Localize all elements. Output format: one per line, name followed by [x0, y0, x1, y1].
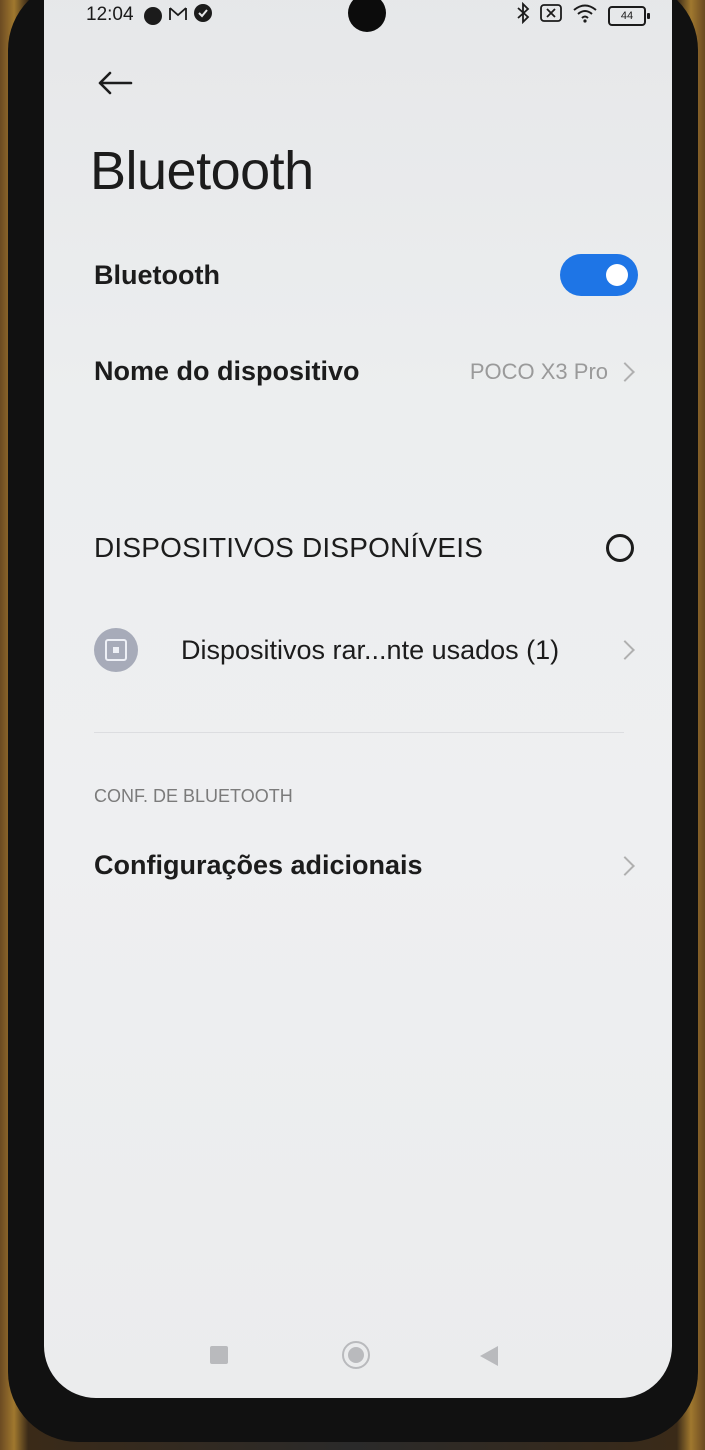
- front-camera: [348, 0, 386, 32]
- rarely-used-devices-label: Dispositivos rar...nte usados (1): [181, 634, 560, 665]
- bluetooth-settings-header: CONF. DE BLUETOOTH: [94, 786, 293, 806]
- bluetooth-toggle-row[interactable]: Bluetooth: [94, 254, 638, 296]
- chevron-right-icon: [615, 361, 635, 382]
- chevron-right-icon: [615, 640, 635, 660]
- toggle-knob: [606, 264, 628, 286]
- battery-icon: 44: [608, 5, 650, 26]
- status-time: 12:04: [86, 4, 134, 25]
- device-name-row[interactable]: Nome do dispositivo POCO X3 Pro: [94, 356, 638, 387]
- wifi-icon: [572, 3, 598, 28]
- device-name-value-wrap: POCO X3 Pro: [470, 359, 638, 385]
- status-left-icons: [144, 4, 212, 27]
- device-icon: [94, 628, 138, 672]
- back-arrow-icon: [98, 71, 133, 95]
- status-right-icons: 44: [516, 1, 650, 29]
- back-button[interactable]: [92, 60, 138, 106]
- recents-button[interactable]: [210, 1346, 228, 1364]
- divider: [94, 732, 624, 733]
- gmail-icon: [168, 6, 188, 25]
- available-devices-title: DISPOSITIVOS DISPONÍVEIS: [94, 532, 484, 563]
- bluetooth-label: Bluetooth: [94, 259, 220, 290]
- bluetooth-toggle[interactable]: [560, 254, 638, 296]
- additional-settings-row[interactable]: Configurações adicionais: [94, 850, 638, 881]
- nav-back-button[interactable]: [480, 1346, 498, 1366]
- notification-circle-icon: [144, 6, 162, 25]
- home-icon: [348, 1347, 364, 1363]
- device-name-label: Nome do dispositivo: [94, 356, 360, 386]
- no-sim-icon: [540, 4, 562, 27]
- check-circle-icon: [194, 4, 212, 27]
- page-title: Bluetooth: [90, 141, 314, 201]
- phone-frame: 12:04 44 Bluetooth Bluetooth Nome do dis…: [8, 0, 698, 1442]
- screen: 12:04 44 Bluetooth Bluetooth Nome do dis…: [44, 0, 672, 1398]
- rarely-used-devices-item[interactable]: Dispositivos rar...nte usados (1): [94, 628, 638, 672]
- device-name-value: POCO X3 Pro: [469, 358, 608, 384]
- chevron-right-icon: [615, 855, 635, 876]
- scanning-spinner-icon: [606, 534, 634, 562]
- available-devices-header: DISPOSITIVOS DISPONÍVEIS: [94, 532, 638, 564]
- home-button[interactable]: [342, 1341, 370, 1369]
- bluetooth-icon: [516, 1, 530, 29]
- navigation-bar: [44, 1330, 672, 1380]
- additional-settings-label: Configurações adicionais: [94, 850, 423, 880]
- status-bar: 12:04 44: [44, 0, 672, 50]
